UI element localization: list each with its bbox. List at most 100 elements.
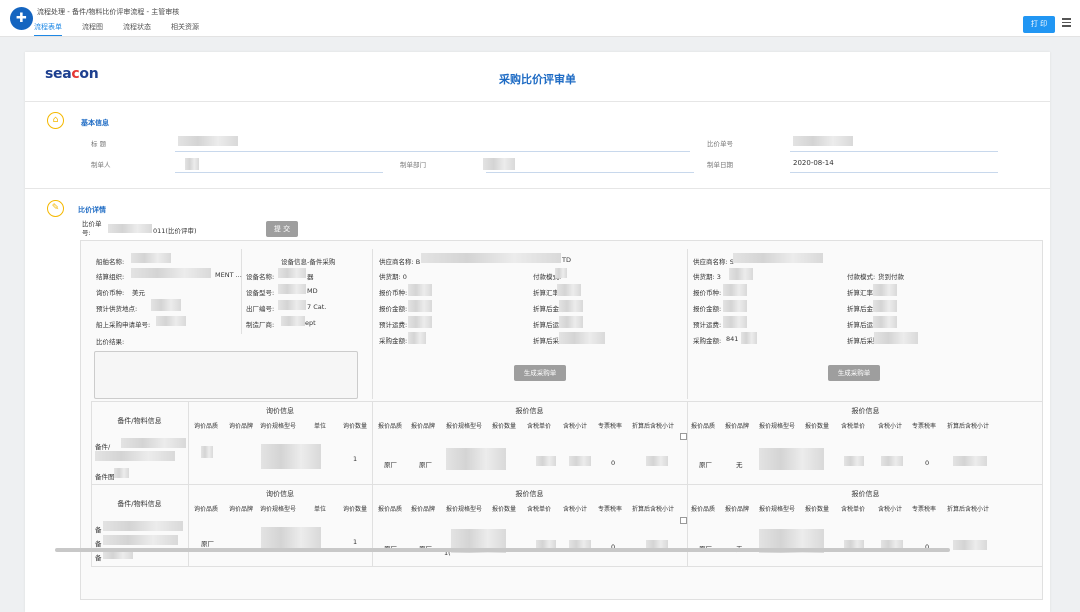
supplier1-purchase-label: 采购金额: bbox=[379, 337, 408, 345]
row1-q1-brand: 原厂 bbox=[419, 461, 432, 469]
inquiry-currency-label: 询价币种: bbox=[96, 289, 125, 297]
dept-label: 制单部门 bbox=[400, 161, 426, 169]
delivery-place-label: 预计供货地点: bbox=[96, 305, 138, 313]
col-q2-brand: 报价品牌 bbox=[725, 423, 750, 430]
supplier1-lead-label: 供货期: 0 bbox=[379, 273, 407, 281]
col-q2-subtotal: 含税小计 bbox=[878, 423, 903, 430]
top-bar: ✚ 流程处理 - 备件/物料比价评审流程 - 主管审核 流程表单 流程图 流程状… bbox=[0, 0, 1080, 37]
row2-part-line3: 备 bbox=[95, 554, 102, 562]
maker-value: ept bbox=[305, 319, 316, 327]
supplier1-generate-po-button[interactable]: 生成采购单 bbox=[514, 365, 566, 381]
factory-no-label: 出厂编号: bbox=[246, 305, 275, 313]
equipment-name-label: 设备名称: bbox=[246, 273, 275, 281]
divider bbox=[687, 249, 688, 399]
equipment-title: 设备信息-备件采购 bbox=[281, 258, 336, 266]
supplier1-freight-label: 预计运费: bbox=[379, 321, 408, 329]
title-value bbox=[178, 136, 238, 146]
col-inquiry-model-2: 询价规格型号 bbox=[260, 506, 297, 513]
col-inquiry-quality-2: 询价品质 bbox=[194, 506, 219, 513]
creator-value bbox=[185, 158, 199, 170]
inquiry-info-header-2: 询价信息 bbox=[266, 490, 294, 498]
col-q1-model-2: 报价规格型号 bbox=[446, 506, 483, 513]
row1-q1-checkbox[interactable] bbox=[680, 433, 687, 440]
ship-po-label: 船上采购申请单号: bbox=[96, 321, 151, 329]
col-q1-subtotal: 含税小计 bbox=[563, 423, 588, 430]
part-info-header: 备件/物料信息 bbox=[117, 417, 162, 425]
col-q2-conv-subtotal: 折算后含税小计 bbox=[947, 423, 990, 430]
part-info-header-2: 备件/物料信息 bbox=[117, 500, 162, 508]
form-card: seacon 采购比价评审单 ⌂ 基本信息 标 题 比价单号 制单人 制单部门 … bbox=[25, 52, 1050, 612]
home-icon: ⌂ bbox=[47, 112, 64, 129]
supplier2-freight-label: 预计运费: bbox=[693, 321, 722, 329]
supplier1-name-tail: TD bbox=[562, 256, 571, 264]
divider bbox=[372, 249, 373, 399]
dept-field[interactable] bbox=[486, 172, 694, 173]
tab-flowchart[interactable]: 流程图 bbox=[82, 22, 103, 36]
equipment-name-value: 器 bbox=[307, 273, 314, 281]
supplier1-name-label: 供应商名称: B bbox=[379, 258, 421, 266]
submit-button[interactable]: 提 交 bbox=[266, 221, 298, 237]
detail-title: 比价详情 bbox=[78, 206, 106, 214]
row2-q1-checkbox[interactable] bbox=[680, 517, 687, 524]
creator-label: 制单人 bbox=[91, 161, 111, 169]
col-inquiry-model: 询价规格型号 bbox=[260, 423, 297, 430]
compare-result-label: 比价结果: bbox=[96, 338, 125, 346]
tab-bar: 流程表单 流程图 流程状态 相关资源 bbox=[34, 22, 219, 36]
row1-q2-quality: 原厂 bbox=[699, 461, 712, 469]
supplier2-purchase-value: 841 bbox=[726, 335, 739, 343]
equipment-model-value: MD bbox=[307, 287, 318, 295]
row1-inquiry-qty: 1 bbox=[353, 455, 358, 463]
col-q2-qty-2: 报价数量 bbox=[805, 506, 830, 513]
row1-part-line1: 备件/ bbox=[95, 443, 111, 451]
date-field[interactable] bbox=[790, 172, 998, 173]
factory-no-value: 7 Cat. bbox=[307, 303, 327, 311]
title-field[interactable] bbox=[175, 151, 690, 152]
tab-resources[interactable]: 相关资源 bbox=[171, 22, 199, 36]
col-q1-tax: 专票税率 bbox=[598, 423, 623, 430]
detail-compare-no-value: 011(比价评审) bbox=[153, 227, 197, 235]
maker-label: 制造厂商: bbox=[246, 321, 275, 329]
col-q2-subtotal-2: 含税小计 bbox=[878, 506, 903, 513]
detail-compare-no-blur bbox=[108, 224, 152, 233]
menu-icon[interactable] bbox=[1062, 18, 1071, 27]
app-logo-icon: ✚ bbox=[10, 7, 33, 30]
col-q1-quality: 报价品质 bbox=[378, 423, 403, 430]
settle-org-value: MENT ... bbox=[215, 271, 242, 279]
col-q2-qty: 报价数量 bbox=[805, 423, 830, 430]
horizontal-scrollbar[interactable] bbox=[55, 548, 950, 552]
compare-no-field[interactable] bbox=[790, 151, 998, 152]
col-q1-conv-subtotal-2: 折算后含税小计 bbox=[632, 506, 675, 513]
row1-q2-tax: 0 bbox=[925, 459, 930, 467]
row1-q1-quality: 原厂 bbox=[384, 461, 397, 469]
col-q1-qty: 报价数量 bbox=[492, 423, 517, 430]
settle-org-label: 结算组织: bbox=[96, 273, 125, 281]
row1-part-line3: 备件图 bbox=[95, 473, 115, 481]
row2-part-line2: 备 bbox=[95, 540, 102, 548]
row2-inquiry-quality: 原厂 bbox=[201, 540, 214, 548]
supplier2-name-label: 供应商名称: S bbox=[693, 258, 734, 266]
supplier2-lead-label: 供货期: 3 bbox=[693, 273, 721, 281]
col-q1-brand: 报价品牌 bbox=[411, 423, 436, 430]
date-label: 制单日期 bbox=[707, 161, 733, 169]
print-button[interactable]: 打 印 bbox=[1023, 16, 1055, 33]
tab-form[interactable]: 流程表单 bbox=[34, 22, 62, 36]
col-inquiry-quality: 询价品质 bbox=[194, 423, 219, 430]
col-q2-quality: 报价品质 bbox=[691, 423, 716, 430]
row1-q2-brand: 无 bbox=[736, 461, 743, 469]
compare-result-textarea[interactable] bbox=[94, 351, 358, 399]
col-q2-model-2: 报价规格型号 bbox=[759, 506, 796, 513]
quote2-info-header-2: 报价信息 bbox=[851, 490, 880, 498]
dept-value bbox=[483, 158, 515, 170]
creator-field[interactable] bbox=[175, 172, 383, 173]
col-q1-unit-price: 含税单价 bbox=[527, 423, 552, 430]
col-q2-unit-price-2: 含税单价 bbox=[841, 506, 866, 513]
supplier2-pay-value: 货到付款 bbox=[878, 273, 904, 281]
col-q2-quality-2: 报价品质 bbox=[691, 506, 716, 513]
tab-status[interactable]: 流程状态 bbox=[123, 22, 151, 36]
col-inquiry-qty: 询价数量 bbox=[343, 423, 368, 430]
row2-inquiry-qty: 1 bbox=[353, 538, 358, 546]
supplier2-generate-po-button[interactable]: 生成采购单 bbox=[828, 365, 880, 381]
compare-detail-panel: 船舶名称: 结算组织: MENT ... 询价币种: 美元 预计供货地点: 船上… bbox=[80, 240, 1043, 600]
col-unit: 单位 bbox=[314, 423, 327, 430]
col-q2-model: 报价规格型号 bbox=[759, 423, 796, 430]
